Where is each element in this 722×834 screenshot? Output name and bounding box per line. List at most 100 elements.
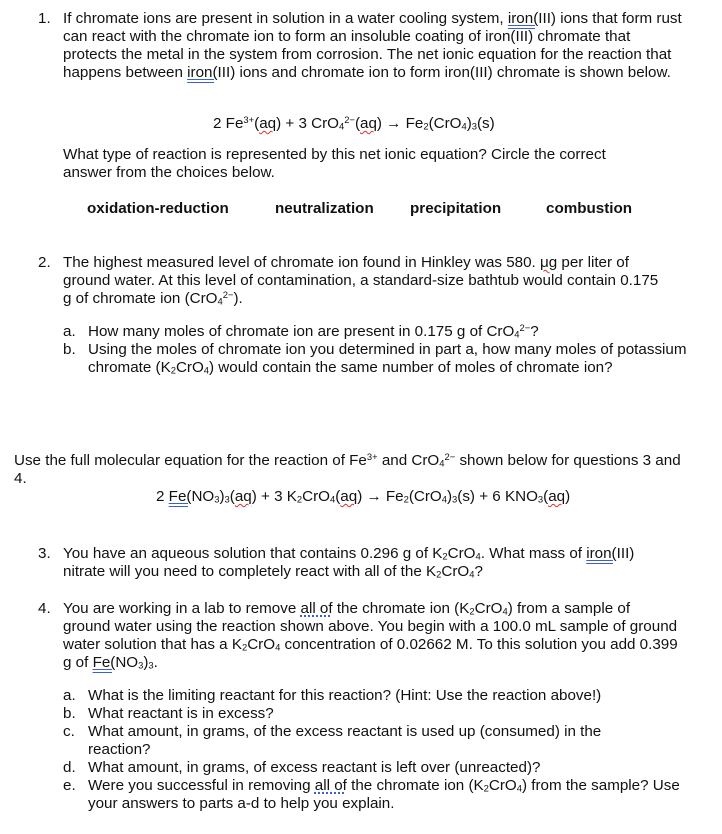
text-run: (s) xyxy=(477,115,495,132)
marked-text: aq xyxy=(259,115,277,132)
text-run: . xyxy=(153,654,158,671)
question-number: 1. xyxy=(38,10,51,27)
marked-text: aq xyxy=(548,488,566,505)
question-1: 1. If chromate ions are present in solut… xyxy=(38,10,688,82)
text-run: Use the full molecular equation for the … xyxy=(14,452,367,469)
supscript-text: 3+ xyxy=(366,450,378,462)
marked-text: Fe( xyxy=(92,654,116,671)
part-label: e. xyxy=(63,777,76,794)
text-run: What is the limiting reactant for this r… xyxy=(88,687,602,704)
part-label: a. xyxy=(63,687,76,704)
question-number: 4. xyxy=(38,600,51,617)
part-e-text: Were you successful in removing all of t… xyxy=(88,777,693,813)
text-run: ) would contain the same number of moles… xyxy=(209,359,613,376)
text-run: The highest measured level of chromate i… xyxy=(63,254,540,271)
supscript-text: 2− xyxy=(519,321,531,333)
question-4-text: You are working in a lab to remove all o… xyxy=(63,600,678,672)
choice-neutralization[interactable]: neutralization xyxy=(275,200,374,218)
text-run: ? xyxy=(474,563,483,580)
question-3-text: You have an aqueous solution that contai… xyxy=(63,545,678,581)
text-run: ) → Fe xyxy=(357,488,404,505)
text-run: ) + 3 CrO xyxy=(276,115,339,132)
text-run: ) → Fe xyxy=(376,115,424,132)
marked-text: aq xyxy=(360,115,377,132)
text-run: ). xyxy=(233,290,243,307)
choice-combustion[interactable]: combustion xyxy=(546,200,632,218)
text-run: CrO xyxy=(474,600,503,617)
part-b-text: What reactant is in excess? xyxy=(88,705,693,723)
choice-oxidation-reduction[interactable]: oxidation-reduction xyxy=(87,200,229,218)
part-a-text: What is the limiting reactant for this r… xyxy=(88,687,693,705)
part-a-text: How many moles of chromate ion are prese… xyxy=(88,323,693,341)
question-4-parts: a. What is the limiting reactant for thi… xyxy=(63,687,693,813)
question-1-prompt: What type of reaction is represented by … xyxy=(63,146,606,181)
question-2-text: The highest measured level of chromate i… xyxy=(63,254,668,308)
text-run: You are working in a lab to remove xyxy=(63,600,301,617)
text-run: Were you successful in removing xyxy=(88,777,315,794)
text-run: . What mass of xyxy=(480,545,587,562)
choice-precipitation[interactable]: precipitation xyxy=(410,200,501,218)
net-ionic-equation: 2 Fe3+(aq) + 3 CrO42−(aq) → Fe2(CrO4)3(s… xyxy=(213,115,495,133)
part-label: d. xyxy=(63,759,76,776)
question-2-parts: a. How many moles of chromate ion are pr… xyxy=(63,323,693,377)
list-item: a. What is the limiting reactant for thi… xyxy=(63,687,693,705)
supscript-text: 3+ xyxy=(243,113,255,125)
text-run: ? xyxy=(530,323,539,340)
marked-text: all of xyxy=(300,600,333,617)
part-d-text: What amount, in grams, of excess reactan… xyxy=(88,759,693,777)
question-1-text: If chromate ions are present in solution… xyxy=(63,10,688,82)
list-item: e. Were you successful in removing all o… xyxy=(63,777,693,813)
part-b-text: Using the moles of chromate ion you dete… xyxy=(88,341,693,377)
part-c-text: What amount, in grams, of the excess rea… xyxy=(88,723,648,759)
text-run: NO xyxy=(115,654,139,671)
text-run: You have an aqueous solution that contai… xyxy=(63,545,443,562)
molecular-equation: 2 Fe(NO3)3(aq) + 3 K2CrO4(aq) → Fe2(CrO4… xyxy=(156,488,570,506)
part-label: c. xyxy=(63,723,75,740)
marked-text: aq xyxy=(340,488,358,505)
text-run: ) xyxy=(565,488,571,505)
marked-text: iron( xyxy=(586,545,617,562)
text-run: NO xyxy=(191,488,215,505)
question-3: 3. You have an aqueous solution that con… xyxy=(38,545,678,581)
text-run: CrO xyxy=(302,488,330,505)
text-run: How many moles of chromate ion are prese… xyxy=(88,323,515,340)
marked-text: Fe( xyxy=(168,488,192,505)
supscript-text: 2− xyxy=(344,113,355,125)
marked-text: all of xyxy=(314,777,347,794)
text-run: CrO xyxy=(447,545,476,562)
question-2: 2. The highest measured level of chromat… xyxy=(38,254,668,308)
text-run: CrO xyxy=(247,636,276,653)
text-run: What amount, in grams, of excess reactan… xyxy=(88,759,541,776)
list-item: c. What amount, in grams, of the excess … xyxy=(63,723,693,759)
question-number: 3. xyxy=(38,545,51,562)
question-number: 2. xyxy=(38,254,51,271)
list-item: b. Using the moles of chromate ion you d… xyxy=(63,341,693,377)
intro-questions-3-4: Use the full molecular equation for the … xyxy=(14,452,694,488)
text-run: What amount, in grams, of the excess rea… xyxy=(88,723,602,758)
question-4: 4. You are working in a lab to remove al… xyxy=(38,600,678,672)
text-run: CrO xyxy=(488,777,517,794)
list-item: a. How many moles of chromate ion are pr… xyxy=(63,323,693,341)
part-label: a. xyxy=(63,323,76,340)
list-item: b. What reactant is in excess? xyxy=(63,705,693,723)
text-run: and CrO xyxy=(377,452,440,469)
supscript-text: 2− xyxy=(222,288,234,300)
text-run: 2 Fe xyxy=(213,115,244,132)
marked-text: μg xyxy=(539,254,558,271)
text-run: (s) + 6 KNO xyxy=(457,488,538,505)
text-run: CrO xyxy=(175,359,204,376)
supscript-text: 2− xyxy=(444,450,456,462)
marked-text: iron( xyxy=(187,64,218,81)
marked-text: aq xyxy=(234,488,252,505)
text-run: the chromate ion (K xyxy=(346,777,484,794)
text-run: (CrO xyxy=(408,488,442,505)
text-run: the chromate ion (K xyxy=(332,600,470,617)
text-run: 2 xyxy=(156,488,169,505)
text-run: If chromate ions are present in solution… xyxy=(63,10,508,27)
marked-text: iron( xyxy=(507,10,539,27)
text-run: CrO xyxy=(441,563,470,580)
list-item: d. What amount, in grams, of excess reac… xyxy=(63,759,693,777)
text-run: III) ions and chromate ion to form iron(… xyxy=(217,64,671,81)
part-label: b. xyxy=(63,705,76,722)
part-label: b. xyxy=(63,341,76,358)
